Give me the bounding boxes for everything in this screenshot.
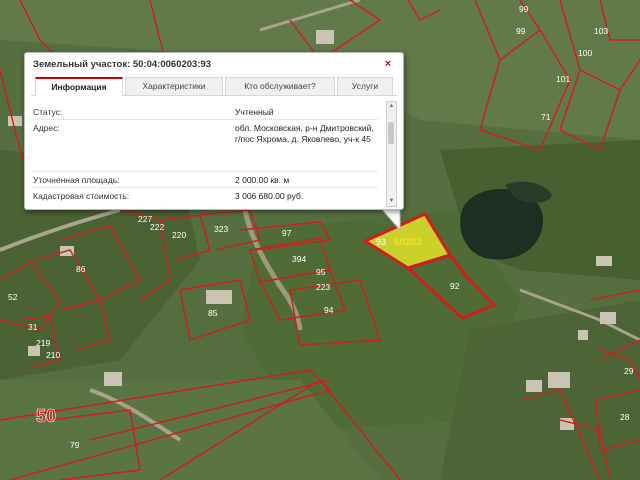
popup-title: Земельный участок: 50:04:0060203:93 xyxy=(33,59,212,70)
row-divider xyxy=(33,171,378,172)
parcel-label-92: 92 xyxy=(450,281,460,291)
parcel-label-99b: 99 xyxy=(516,26,526,36)
area-value: 2 000.00 кв. м xyxy=(235,175,290,185)
parcel-label-99a: 99 xyxy=(519,4,529,14)
parcel-label-210: 210 xyxy=(46,350,60,360)
selected-quarter-number: 60203 xyxy=(394,237,422,248)
parcel-label-95: 95 xyxy=(316,267,326,277)
scroll-down-icon[interactable]: ▼ xyxy=(387,197,396,206)
selected-parcel-number: 93 xyxy=(376,237,386,247)
tab-services[interactable]: Услуги xyxy=(337,77,393,95)
parcel-label-223: 223 xyxy=(316,282,330,292)
parcel-label-29: 29 xyxy=(624,366,634,376)
parcel-label-100: 100 xyxy=(578,48,592,58)
parcel-info-popup: Земельный участок: 50:04:0060203:93 × Ин… xyxy=(24,52,404,210)
parcel-label-71: 71 xyxy=(541,112,551,122)
status-label: Статус: xyxy=(33,107,63,117)
cost-label: Кадастровая стоимость: xyxy=(33,191,130,201)
cost-value: 3 006 680.00 руб. xyxy=(235,191,304,201)
parcel-label-219: 219 xyxy=(36,338,50,348)
parcel-label-97: 97 xyxy=(282,228,292,238)
scroll-thumb[interactable] xyxy=(388,122,394,144)
status-value: Учтенный xyxy=(235,107,274,117)
parcel-label-220: 220 xyxy=(172,230,186,240)
parcel-label-86: 86 xyxy=(76,264,86,274)
tab-characteristics[interactable]: Характеристики xyxy=(125,77,223,95)
parcel-label-31: 31 xyxy=(28,322,38,332)
row-divider xyxy=(33,187,378,188)
parcel-label-101: 101 xyxy=(556,74,570,84)
parcel-label-394: 394 xyxy=(292,254,306,264)
tab-information[interactable]: Информация xyxy=(35,77,123,96)
parcel-label-227: 227 xyxy=(138,214,152,224)
parcel-label-103: 103 xyxy=(594,26,608,36)
district-block-label: 50 xyxy=(36,406,56,426)
parcel-label-28: 28 xyxy=(620,412,630,422)
parcel-label-79: 79 xyxy=(70,440,80,450)
parcel-label-85: 85 xyxy=(208,308,218,318)
row-divider xyxy=(33,119,378,120)
address-value: обл. Московская, р-н Дмитровский, г/пос … xyxy=(235,123,374,144)
close-icon[interactable]: × xyxy=(381,57,395,71)
scroll-up-icon[interactable]: ▲ xyxy=(387,102,396,111)
parcel-label-323: 323 xyxy=(214,224,228,234)
popup-tabs: Информация Характеристики Кто обслуживае… xyxy=(31,77,397,96)
parcel-label-52: 52 xyxy=(8,292,18,302)
popup-scrollbar[interactable]: ▲ ▼ xyxy=(386,101,397,207)
area-label: Уточненная площадь: xyxy=(33,175,120,185)
parcel-label-94: 94 xyxy=(324,305,334,315)
popup-content: Статус: Учтенный Адрес: обл. Московская,… xyxy=(33,101,391,205)
address-label: Адрес: xyxy=(33,123,60,133)
tab-who-serves[interactable]: Кто обслуживает? xyxy=(225,77,335,95)
